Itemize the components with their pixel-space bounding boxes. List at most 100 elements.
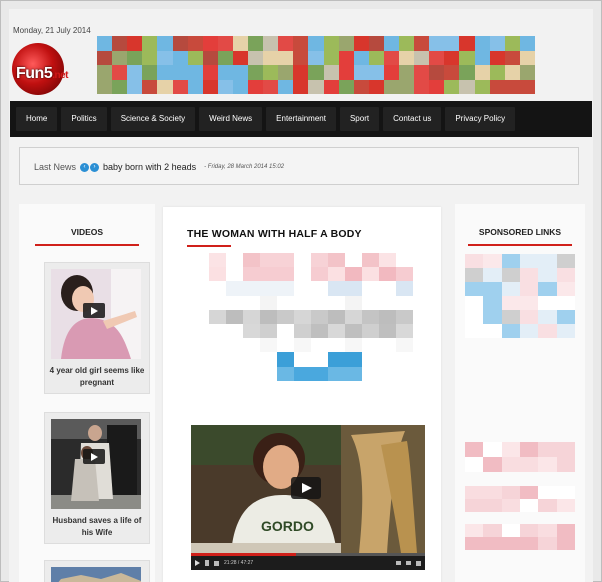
video-play-icon[interactable] xyxy=(291,477,321,499)
mosaic-cell xyxy=(127,65,143,80)
banner-ad[interactable] xyxy=(97,36,535,94)
mosaic-cell xyxy=(489,79,505,94)
mosaic-cell xyxy=(323,50,339,65)
mosaic-cell xyxy=(209,352,226,367)
settings-icon[interactable] xyxy=(396,561,401,565)
next-icon[interactable] xyxy=(205,560,209,566)
ticker-headline[interactable]: baby born with 2 heads xyxy=(103,162,196,172)
video-card-1[interactable]: 4 year old girl seems like pregnant xyxy=(44,262,150,394)
mosaic-cell xyxy=(399,36,415,51)
ticker-next-icon[interactable]: › xyxy=(90,162,100,172)
mosaic-cell xyxy=(277,323,294,339)
mosaic-cell xyxy=(368,79,384,94)
mosaic-cell xyxy=(209,366,226,381)
sponsored-ad-1[interactable] xyxy=(465,254,575,338)
mosaic-cell xyxy=(226,352,243,367)
video-card-3[interactable] xyxy=(44,560,150,582)
theater-icon[interactable] xyxy=(406,561,411,565)
mosaic-cell xyxy=(260,338,277,353)
nav-contact-us[interactable]: Contact us xyxy=(383,107,442,131)
mosaic-cell xyxy=(519,65,535,80)
mosaic-cell xyxy=(217,50,233,65)
mosaic-cell xyxy=(294,253,311,268)
mosaic-cell xyxy=(294,338,311,353)
volume-icon[interactable] xyxy=(214,560,219,566)
nav-entertainment[interactable]: Entertainment xyxy=(266,107,336,131)
mosaic-cell xyxy=(362,366,379,381)
mosaic-cell xyxy=(187,79,203,94)
nav-politics[interactable]: Politics xyxy=(61,107,107,131)
mosaic-cell xyxy=(97,79,113,94)
video-player[interactable]: GORDO 21:28 / 47:27 xyxy=(191,425,425,570)
mosaic-cell xyxy=(483,254,502,268)
sponsored-heading: SPONSORED LINKS xyxy=(478,227,562,237)
mosaic-cell xyxy=(172,79,188,94)
video-thumbnail-2[interactable] xyxy=(51,419,141,509)
mosaic-cell xyxy=(311,295,328,310)
mosaic-cell xyxy=(501,282,520,296)
mosaic-cell xyxy=(519,50,535,65)
mosaic-cell xyxy=(263,79,279,94)
mosaic-cell xyxy=(338,36,354,51)
mosaic-cell xyxy=(232,36,249,51)
mosaic-cell xyxy=(501,310,520,324)
mosaic-cell xyxy=(345,281,362,296)
mosaic-cell xyxy=(501,486,520,499)
ticker-prev-icon[interactable]: ‹ xyxy=(80,162,90,172)
mosaic-cell xyxy=(277,295,294,310)
mosaic-cell xyxy=(396,352,413,367)
video-thumbnail-3[interactable] xyxy=(51,567,141,582)
play-pause-icon[interactable] xyxy=(195,560,200,566)
mosaic-cell xyxy=(112,36,128,51)
sponsored-ad-4[interactable] xyxy=(465,524,575,550)
video-caption-2[interactable]: Husband saves a life of his Wife xyxy=(45,509,149,543)
mosaic-cell xyxy=(444,79,460,94)
nav-home[interactable]: Home xyxy=(16,107,58,131)
mosaic-cell xyxy=(127,36,143,51)
mosaic-cell xyxy=(538,296,557,310)
mosaic-cell xyxy=(260,352,277,367)
mosaic-cell xyxy=(379,323,396,339)
mosaic-cell xyxy=(217,79,233,94)
mosaic-cell xyxy=(293,79,309,94)
sponsored-ad-2[interactable] xyxy=(465,442,575,472)
mosaic-cell xyxy=(278,65,294,80)
video-card-2[interactable]: Husband saves a life of his Wife xyxy=(44,412,150,544)
play-icon[interactable] xyxy=(83,449,105,464)
mosaic-cell xyxy=(362,281,379,296)
mosaic-cell xyxy=(444,50,460,65)
mosaic-cell xyxy=(444,65,460,80)
pixelated-ad-block[interactable] xyxy=(209,253,413,395)
mosaic-cell xyxy=(345,309,362,324)
mosaic-cell xyxy=(243,323,260,339)
logo-text: Fun5.net xyxy=(16,65,68,82)
nav-weird-news[interactable]: Weird News xyxy=(199,107,263,131)
nav-sport[interactable]: Sport xyxy=(339,107,380,131)
mosaic-cell xyxy=(202,50,218,65)
mosaic-cell xyxy=(556,442,575,457)
fullscreen-icon[interactable] xyxy=(416,560,421,566)
site-logo[interactable]: Fun5.net xyxy=(12,39,92,99)
mosaic-cell xyxy=(414,79,430,94)
mosaic-cell xyxy=(209,295,226,310)
video-thumbnail-1[interactable] xyxy=(51,269,141,359)
mosaic-cell xyxy=(489,65,505,80)
nav-science-society[interactable]: Science & Society xyxy=(110,107,196,131)
mosaic-cell xyxy=(483,457,502,472)
mosaic-cell xyxy=(429,65,445,80)
sponsored-ad-3[interactable] xyxy=(465,486,575,512)
mosaic-cell xyxy=(353,79,369,94)
mosaic-cell xyxy=(260,295,277,310)
video-caption-1[interactable]: 4 year old girl seems like pregnant xyxy=(45,359,149,393)
mosaic-cell xyxy=(260,309,277,324)
mosaic-cell xyxy=(501,524,520,537)
play-icon[interactable] xyxy=(83,303,105,318)
mosaic-cell xyxy=(328,253,345,268)
mosaic-cell xyxy=(504,50,520,65)
nav-privacy-policy[interactable]: Privacy Policy xyxy=(445,107,516,131)
mosaic-cell xyxy=(501,296,520,310)
mosaic-cell xyxy=(459,65,475,80)
mosaic-cell xyxy=(217,65,233,80)
mosaic-cell xyxy=(399,65,415,80)
mosaic-cell xyxy=(209,267,226,282)
